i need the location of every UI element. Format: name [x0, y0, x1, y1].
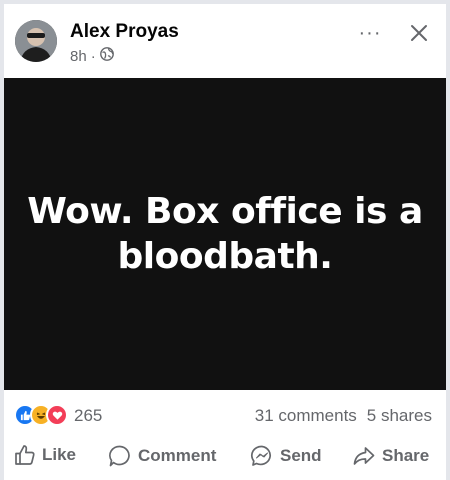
- meta-separator: ·: [90, 47, 96, 65]
- post-time[interactable]: 8h: [70, 48, 87, 65]
- reactions-row: 265 31 comments 5 shares: [4, 400, 446, 430]
- close-icon[interactable]: [406, 20, 432, 46]
- messenger-icon: [250, 444, 274, 468]
- avatar[interactable]: [15, 20, 57, 62]
- comment-icon: [108, 444, 132, 468]
- author-name[interactable]: Alex Proyas: [70, 21, 179, 43]
- send-label: Send: [280, 446, 322, 465]
- comment-label: Comment: [138, 446, 217, 465]
- avatar-image: [15, 20, 57, 62]
- share-label: Share: [382, 446, 430, 465]
- post-meta: 8h ·: [70, 47, 114, 65]
- shares-count[interactable]: 5 shares: [367, 406, 432, 426]
- comments-shares: 31 comments 5 shares: [255, 406, 432, 426]
- like-label: Like: [42, 445, 77, 464]
- post-image-text: Wow. Box office is a bloodbath.: [27, 191, 423, 277]
- comment-button[interactable]: Comment: [108, 444, 216, 468]
- reaction-icons[interactable]: [14, 404, 68, 426]
- love-reaction-icon: [46, 404, 68, 426]
- action-bar: Like Comment Send Share: [4, 436, 446, 476]
- post-header: Alex Proyas 8h · ···: [4, 4, 446, 78]
- like-button[interactable]: Like: [14, 444, 76, 466]
- comments-count[interactable]: 31 comments: [255, 406, 357, 426]
- post-image[interactable]: Wow. Box office is a bloodbath.: [4, 78, 446, 390]
- share-button[interactable]: Share: [352, 444, 429, 468]
- more-icon[interactable]: ···: [358, 21, 382, 45]
- like-icon: [14, 444, 36, 466]
- share-icon: [352, 444, 376, 468]
- globe-icon: [99, 47, 114, 65]
- send-button[interactable]: Send: [250, 444, 322, 468]
- post-card: Alex Proyas 8h · ··· Wow. Box office is …: [4, 4, 446, 480]
- reaction-count[interactable]: 265: [74, 406, 102, 426]
